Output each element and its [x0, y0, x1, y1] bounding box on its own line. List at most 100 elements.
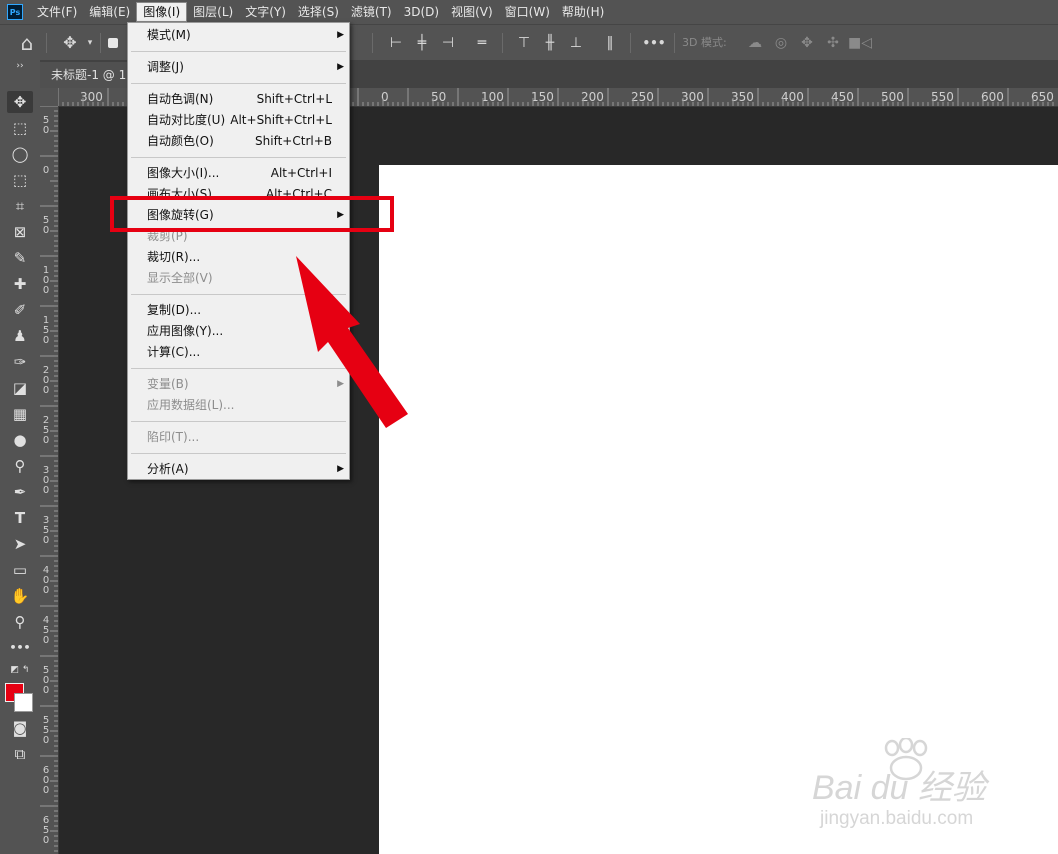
menu-10[interactable]: 帮助(H) [556, 2, 610, 22]
object-select-tool-icon[interactable]: ⬚ [7, 169, 33, 191]
menu-7[interactable]: 3D(D) [398, 2, 445, 22]
gradient-tool-icon[interactable]: ▦ [7, 403, 33, 425]
menu-item-24[interactable]: 分析(A) ▶ [128, 459, 349, 479]
screen-mode-icon[interactable]: ⧉ [7, 743, 33, 765]
align-center-h-icon[interactable]: ╪ [412, 33, 432, 53]
menu-item-shortcut: Shift+Ctrl+B [255, 134, 332, 148]
document-tab[interactable]: 未标题-1 @ 10 [40, 62, 130, 88]
slide-3d-icon[interactable]: ✣ [822, 33, 844, 53]
menu-item-label: 计算(C)... [147, 345, 201, 359]
menu-item-shortcut: Shift+Ctrl+L [256, 92, 332, 106]
tools-panel: ›› ✥ ⬚ ◯ ⬚ ⌗ ⊠ ✎ ✚ ✐ ♟ ✑ ◪ ▦ ● ⚲ ✒ T ➤ ▭… [0, 60, 41, 854]
menu-item-label: 自动颜色(O) [147, 134, 214, 148]
brush-tool-icon[interactable]: ✐ [7, 299, 33, 321]
menu-0[interactable]: 文件(F) [31, 2, 83, 22]
menu-6[interactable]: 滤镜(T) [345, 2, 398, 22]
vertical-ruler: 5 005 01 0 01 5 02 0 02 5 03 0 03 5 04 0… [40, 106, 59, 854]
type-tool-icon[interactable]: T [7, 507, 33, 529]
align-right-icon[interactable]: ⊣ [438, 33, 458, 53]
menu-9[interactable]: 窗口(W) [499, 2, 556, 22]
document-canvas[interactable] [379, 165, 1058, 854]
menu-item-label: 图像大小(I)... [147, 166, 220, 180]
menu-item-0[interactable]: 模式(M) ▶ [128, 25, 349, 45]
rectangle-tool-icon[interactable]: ▭ [7, 559, 33, 581]
menu-bar: Ps 文件(F) 编辑(E) 图像(I) 图层(L) 文字(Y) 选择(S) 滤镜(T) 3D… [0, 0, 1058, 24]
menu-item-22: 陷印(T)... [128, 427, 349, 447]
menu-item-label: 自动对比度(U) [147, 113, 226, 127]
eraser-tool-icon[interactable]: ◪ [7, 377, 33, 399]
threed-mode-label: 3D 模式: [682, 36, 727, 49]
history-brush-tool-icon[interactable]: ✑ [7, 351, 33, 373]
menu-item-6[interactable]: 自动颜色(O) Shift+Ctrl+B [128, 131, 349, 151]
path-selection-tool-icon[interactable]: ➤ [7, 533, 33, 555]
submenu-arrow-icon: ▶ [337, 30, 344, 40]
menu-4[interactable]: 文字(Y) [239, 2, 292, 22]
menu-5[interactable]: 选择(S) [292, 2, 345, 22]
frame-tool-icon[interactable]: ⊠ [7, 221, 33, 243]
chevron-down-icon[interactable]: ▾ [84, 33, 96, 53]
menu-item-4[interactable]: 自动色调(N) Shift+Ctrl+L [128, 89, 349, 109]
hand-tool-icon[interactable]: ✋ [7, 585, 33, 607]
zoom-tool-icon[interactable]: ⚲ [7, 611, 33, 633]
healing-brush-tool-icon[interactable]: ✚ [7, 273, 33, 295]
menu-separator [131, 83, 346, 84]
quick-mask-icon[interactable]: ◙ [7, 717, 33, 739]
submenu-arrow-icon: ▶ [337, 62, 344, 72]
menu-3[interactable]: 图层(L) [187, 2, 239, 22]
clone-stamp-tool-icon[interactable]: ♟ [7, 325, 33, 347]
swap-colors-icon[interactable]: ◩ ↰ [7, 663, 33, 677]
menu-8[interactable]: 视图(V) [445, 2, 499, 22]
blur-tool-icon[interactable]: ● [7, 429, 33, 451]
auto-select-checkbox[interactable] [108, 38, 118, 48]
dodge-tool-icon[interactable]: ⚲ [7, 455, 33, 477]
menu-2[interactable]: 图像(I) [136, 2, 188, 22]
lasso-tool-icon[interactable]: ◯ [7, 143, 33, 165]
watermark-brand: Bai du 经验 [812, 769, 986, 807]
distribute-icon[interactable]: ═ [472, 33, 492, 53]
menu-item-5[interactable]: 自动对比度(U) Alt+Shift+Ctrl+L [128, 110, 349, 130]
menu-item-label: 复制(D)... [147, 303, 202, 317]
orbit-3d-icon[interactable]: ☁ [744, 33, 766, 53]
eyedropper-tool-icon[interactable]: ✎ [7, 247, 33, 269]
marquee-tool-icon[interactable]: ⬚ [7, 117, 33, 139]
red-arrow-annotation [296, 256, 408, 428]
menu-item-label: 调整(J) [147, 60, 184, 74]
menu-1[interactable]: 编辑(E) [83, 2, 136, 22]
camera-3d-icon[interactable]: ■◁ [848, 33, 872, 53]
move-tool-icon[interactable]: ✥ [58, 33, 82, 53]
menu-item-label: 自动色调(N) [147, 92, 214, 106]
photoshop-logo-icon: Ps [7, 4, 23, 20]
collapse-toolbar-icon[interactable]: ›› [7, 60, 33, 72]
edit-toolbar-icon[interactable]: ••• [7, 637, 33, 659]
menu-item-label: 应用图像(Y)... [147, 324, 224, 338]
roll-3d-icon[interactable]: ◎ [770, 33, 792, 53]
menu-item-shortcut: Alt+Ctrl+I [270, 166, 332, 180]
menu-item-2[interactable]: 调整(J) ▶ [128, 57, 349, 77]
menu-item-8[interactable]: 图像大小(I)... Alt+Ctrl+I [128, 163, 349, 183]
arrow-shape [296, 256, 408, 428]
align-top-icon[interactable]: ⊤ [514, 33, 534, 53]
menu-item-label: 分析(A) [147, 462, 189, 476]
menu-item-label: 裁切(R)... [147, 250, 201, 264]
menu-item-label: 陷印(T)... [147, 430, 200, 444]
drag-3d-icon[interactable]: ✥ [796, 33, 818, 53]
ruler-v-ticks [40, 106, 58, 852]
watermark-url: jingyan.baidu.com [820, 808, 974, 829]
move-tool-icon[interactable]: ✥ [7, 91, 33, 113]
submenu-arrow-icon: ▶ [337, 464, 344, 474]
crop-tool-icon[interactable]: ⌗ [7, 195, 33, 217]
distribute-v-icon[interactable]: ‖ [600, 33, 620, 53]
menu-item-label: 变量(B) [147, 377, 189, 391]
menu-item-shortcut: Alt+Shift+Ctrl+L [230, 113, 332, 127]
menu-item-label: 模式(M) [147, 28, 191, 42]
highlight-box [110, 196, 394, 232]
background-color-swatch[interactable] [14, 693, 33, 712]
align-bottom-icon[interactable]: ⊥ [566, 33, 586, 53]
pen-tool-icon[interactable]: ✒ [7, 481, 33, 503]
menu-item-label: 应用数据组(L)... [147, 398, 235, 412]
more-options-icon[interactable]: ••• [640, 33, 668, 53]
align-middle-v-icon[interactable]: ╫ [540, 33, 560, 53]
align-left-icon[interactable]: ⊢ [386, 33, 406, 53]
home-icon[interactable]: ⌂ [14, 33, 40, 53]
menu-separator [131, 51, 346, 52]
